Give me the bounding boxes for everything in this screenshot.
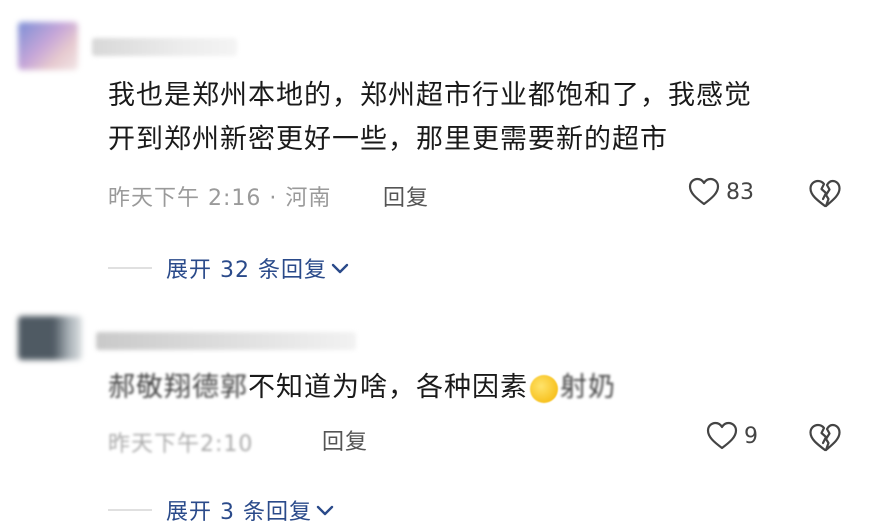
like-button[interactable]: 9: [706, 421, 758, 451]
blurred-meta: 昨天下午2:10: [108, 432, 254, 457]
divider: [108, 267, 152, 269]
expand-replies-button[interactable]: 展开 32 条回复: [166, 252, 351, 284]
avatar[interactable]: [18, 22, 78, 70]
blurred-text: 郝敬翔德郭: [108, 372, 248, 403]
comment-text-line: 开到郑州新密更好一些，那里更需要新的超市: [108, 124, 668, 155]
comment-text-visible: 不知道为啥，各种因素: [248, 372, 528, 403]
comment-text: 郝敬翔德郭不知道为啥，各种因素 射奶: [108, 366, 616, 410]
broken-heart-icon: [809, 423, 841, 452]
timestamp: 昨天下午 2:16: [108, 186, 262, 211]
comment-meta: 昨天下午2:10: [108, 426, 253, 458]
comment-item: 我也是郑州本地的，郑州超市行业都饱和了，我感觉 开到郑州新密更好一些，那里更需要…: [0, 0, 874, 290]
expand-replies-button[interactable]: 展开 3 条回复: [166, 494, 336, 526]
comment-meta: 昨天下午 2:16 · 河南: [108, 180, 331, 212]
like-count: 9: [744, 423, 758, 449]
username[interactable]: [96, 332, 356, 350]
chevron-down-icon: [316, 505, 334, 516]
divider: [108, 509, 152, 511]
meta-separator: ·: [269, 186, 278, 211]
dislike-button[interactable]: [808, 422, 842, 458]
dislike-button[interactable]: [808, 178, 842, 214]
avatar[interactable]: [18, 316, 82, 360]
like-count: 83: [726, 179, 754, 205]
expand-replies-label: 展开 3 条回复: [166, 500, 312, 525]
username[interactable]: [92, 38, 237, 56]
expand-replies-label: 展开 32 条回复: [166, 258, 327, 283]
expand-replies-row: 展开 32 条回复: [108, 252, 351, 284]
comment-text-line: 我也是郑州本地的，郑州超市行业都饱和了，我感觉: [108, 80, 752, 111]
broken-heart-icon: [809, 179, 841, 208]
emoji-icon: [530, 374, 558, 403]
heart-outline-icon: [706, 421, 738, 450]
blurred-text: 射奶: [560, 372, 616, 403]
comment-text: 我也是郑州本地的，郑州超市行业都饱和了，我感觉 开到郑州新密更好一些，那里更需要…: [108, 74, 752, 162]
reply-button[interactable]: 回复: [322, 424, 368, 456]
reply-button[interactable]: 回复: [383, 180, 429, 212]
expand-replies-row: 展开 3 条回复: [108, 494, 336, 526]
comment-item: 郝敬翔德郭不知道为啥，各种因素 射奶 昨天下午2:10 回复 9 展开 3 条回复: [0, 290, 874, 532]
location: 河南: [285, 186, 332, 211]
like-button[interactable]: 83: [688, 177, 754, 207]
chevron-down-icon: [331, 263, 349, 274]
heart-outline-icon: [688, 177, 720, 206]
